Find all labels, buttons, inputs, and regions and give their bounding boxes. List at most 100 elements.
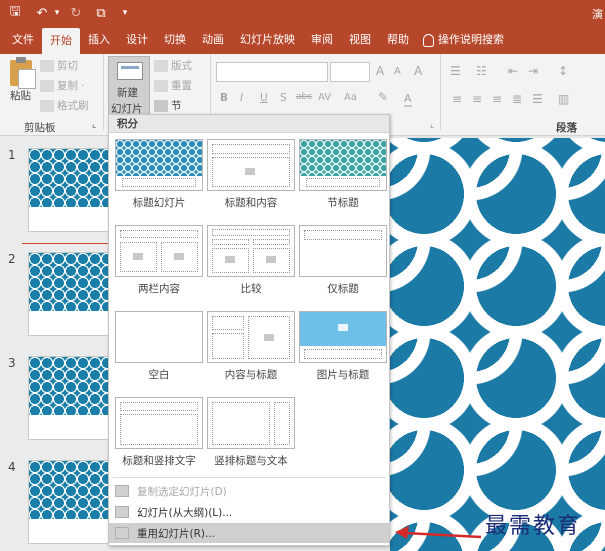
slides-from-outline-item[interactable]: 幻灯片(从大纲)(L)... <box>109 502 389 522</box>
layout-content-caption[interactable]: 内容与标题 <box>207 311 295 382</box>
duplicate-slide-item[interactable]: 复制选定幻灯片(D) <box>109 481 389 501</box>
distribute-icon[interactable]: ☰ <box>532 92 543 106</box>
reset-button[interactable]: 重置 <box>154 78 192 93</box>
layout-title-content[interactable]: 标题和内容 <box>207 139 295 210</box>
shrink-font-button[interactable]: A <box>394 66 401 77</box>
font-name-combo[interactable] <box>216 62 328 82</box>
window-title: 演 <box>592 8 603 21</box>
layout-picture-caption[interactable]: 图片与标题 <box>299 311 387 382</box>
placeholder-box <box>120 402 198 411</box>
cut-button[interactable]: 剪切 <box>40 58 78 73</box>
layout-label: 标题幻灯片 <box>132 197 186 209</box>
redo-icon[interactable]: ↻ <box>68 4 84 22</box>
section-button[interactable]: 节 <box>154 98 182 113</box>
grow-font-button[interactable]: A <box>376 64 384 78</box>
tab-animations[interactable]: 动画 <box>194 26 232 54</box>
slide-thumbnail[interactable] <box>28 356 110 440</box>
ribbon-tabs: 文件 开始 插入 设计 切换 动画 幻灯片放映 审阅 视图 帮助 操作说明搜索 <box>0 26 605 54</box>
layout-label: 标题和竖排文字 <box>122 455 196 467</box>
font-size-combo[interactable] <box>330 62 370 82</box>
tab-review[interactable]: 审阅 <box>303 26 341 54</box>
bullets-icon[interactable]: ☰ <box>450 64 461 78</box>
align-center-icon[interactable]: ≡ <box>472 92 482 106</box>
slide-thumbnail[interactable] <box>28 148 110 232</box>
change-case-button[interactable]: Aa <box>344 92 357 103</box>
present-from-start-icon[interactable]: ⧉ <box>92 4 110 22</box>
align-left-icon[interactable]: ≡ <box>452 92 462 106</box>
insertion-marker <box>22 243 110 244</box>
clipboard-launcher-icon[interactable]: ⌞ <box>92 120 96 130</box>
highlight-pen-icon[interactable]: ✎ <box>378 90 388 104</box>
decrease-indent-icon[interactable]: ⇤ <box>508 64 518 78</box>
tab-help[interactable]: 帮助 <box>379 26 417 54</box>
tab-home[interactable]: 开始 <box>42 28 80 54</box>
outline-icon <box>115 506 129 518</box>
format-painter-button[interactable]: 格式刷 <box>40 98 89 113</box>
layout-label: 内容与标题 <box>224 369 278 381</box>
layout-button[interactable]: 版式 <box>154 58 192 73</box>
placeholder-box <box>212 402 270 445</box>
numbering-icon[interactable]: ☷ <box>476 64 487 78</box>
layout-label: 图片与标题 <box>316 369 370 381</box>
content-icon <box>225 256 235 263</box>
slides-group-launcher-icon[interactable]: ⌞ <box>430 120 434 130</box>
shadow-button[interactable]: S <box>280 92 287 104</box>
character-spacing-button[interactable]: AV <box>318 92 331 103</box>
tab-design[interactable]: 设计 <box>118 26 156 54</box>
slide-thumbnail[interactable] <box>28 460 110 544</box>
placeholder-box <box>122 178 196 187</box>
clear-format-button[interactable]: A <box>414 64 422 78</box>
customize-quick-access-icon[interactable]: ▾ <box>120 4 130 22</box>
slide-pattern <box>29 357 109 415</box>
line-spacing-icon[interactable]: ↕ <box>558 64 568 78</box>
slide-canvas[interactable] <box>390 138 605 551</box>
bold-button[interactable]: B <box>220 92 228 104</box>
paste-button[interactable]: 粘贴 <box>10 88 31 103</box>
justify-icon[interactable]: ≣ <box>512 92 522 106</box>
layout-blank[interactable]: 空白 <box>115 311 203 382</box>
layout-vertical-title-text[interactable]: 竖排标题与文本 <box>207 397 295 468</box>
copy-button[interactable]: 复制 · <box>40 78 84 93</box>
font-color-button[interactable]: A <box>404 92 412 107</box>
tab-file[interactable]: 文件 <box>4 26 42 54</box>
reuse-slides-item[interactable]: 重用幻灯片(R)... <box>109 523 389 543</box>
layout-comparison[interactable]: 比较 <box>207 225 295 296</box>
layout-preview <box>299 311 387 363</box>
layout-title-vertical-text[interactable]: 标题和竖排文字 <box>115 397 203 468</box>
slide-number: 2 <box>8 252 16 266</box>
layout-title-only[interactable]: 仅标题 <box>299 225 387 296</box>
layout-preview <box>207 225 295 277</box>
paste-icon[interactable] <box>10 57 36 89</box>
strikethrough-button[interactable]: abc <box>296 92 312 102</box>
underline-button[interactable]: U <box>260 92 268 104</box>
slide-number: 3 <box>8 356 16 370</box>
layout-label: 比较 <box>240 283 262 295</box>
tell-me-search[interactable]: 操作说明搜索 <box>417 26 512 54</box>
layout-title-slide[interactable]: 标题幻灯片 <box>115 139 203 210</box>
slide-pattern <box>29 461 109 519</box>
slide-pattern <box>29 149 109 207</box>
tab-insert[interactable]: 插入 <box>80 26 118 54</box>
tab-slideshow[interactable]: 幻灯片放映 <box>232 26 303 54</box>
title-bar: 🖫 ↶ ▾ ↻ ⧉ ▾ 演 <box>0 0 605 26</box>
increase-indent-icon[interactable]: ⇥ <box>528 64 538 78</box>
slide-thumbnail[interactable] <box>28 252 110 336</box>
tab-view[interactable]: 视图 <box>341 26 379 54</box>
save-icon[interactable]: 🖫 <box>6 4 24 22</box>
placeholder-box <box>274 402 290 445</box>
undo-icon[interactable]: ↶ <box>34 4 50 22</box>
align-right-icon[interactable]: ≡ <box>492 92 502 106</box>
clipboard-group-label: 剪贴板 <box>24 122 56 134</box>
content-icon <box>264 334 274 341</box>
section-icon <box>154 99 168 112</box>
italic-button[interactable]: I <box>240 92 243 104</box>
undo-dropdown-icon[interactable]: ▾ <box>52 4 62 22</box>
layout-preview <box>115 311 203 363</box>
columns-icon[interactable]: ▥ <box>558 92 569 106</box>
layout-two-content[interactable]: 两栏内容 <box>115 225 203 296</box>
tab-transitions[interactable]: 切换 <box>156 26 194 54</box>
new-slide-button[interactable]: 新建 幻灯片 <box>108 56 150 120</box>
content-icon <box>245 168 255 175</box>
layout-section-header[interactable]: 节标题 <box>299 139 387 210</box>
layout-preview <box>207 139 295 191</box>
